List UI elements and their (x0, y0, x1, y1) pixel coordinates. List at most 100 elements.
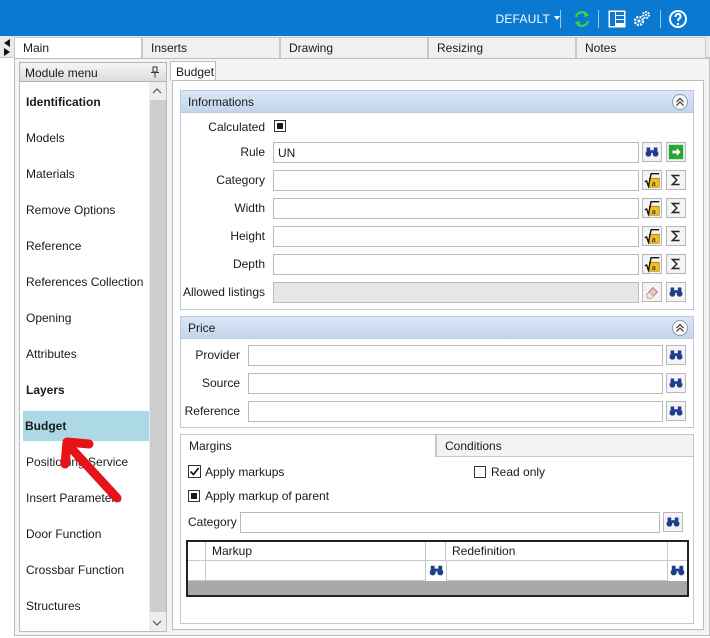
binoculars-icon[interactable] (427, 561, 446, 580)
scrollbar-thumb[interactable] (150, 100, 166, 612)
binoculars-icon[interactable] (642, 142, 662, 162)
module-item[interactable]: References Collection (24, 267, 148, 297)
price-header: Price (181, 317, 693, 339)
tab-margins[interactable]: Margins (180, 434, 436, 457)
category-field[interactable] (273, 170, 639, 191)
formula-icon[interactable]: a (642, 254, 662, 274)
chevron-down-icon[interactable] (152, 619, 162, 627)
apply-markups-checkbox[interactable] (188, 465, 201, 478)
module-item[interactable]: Attributes (24, 339, 148, 369)
module-item[interactable]: Crossbar Function (24, 555, 148, 585)
read-only-checkbox[interactable] (474, 466, 486, 478)
tab-main[interactable]: Main (14, 37, 142, 59)
tab-budget[interactable]: Budget (170, 61, 216, 81)
module-item[interactable]: Structures (24, 591, 148, 621)
module-item[interactable]: Reference (24, 231, 148, 261)
source-label: Source (201, 376, 240, 390)
provider-field[interactable] (248, 345, 663, 366)
module-item[interactable]: Identification (24, 87, 148, 117)
grid-column-spacer (668, 542, 687, 561)
rule-label: Rule (240, 145, 265, 159)
height-field[interactable] (273, 226, 639, 247)
grid-empty-area (188, 581, 687, 595)
formula-icon[interactable]: a (642, 226, 662, 246)
provider-label: Provider (195, 348, 240, 362)
sum-icon[interactable] (666, 254, 686, 274)
informations-header: Informations (181, 91, 693, 113)
margins-category-field[interactable] (240, 512, 660, 533)
module-item[interactable]: Remove Options (24, 195, 148, 225)
binoculars-icon[interactable] (663, 512, 683, 532)
binoculars-icon[interactable] (666, 401, 686, 421)
help-icon[interactable] (668, 9, 688, 29)
width-field[interactable] (273, 198, 639, 219)
refresh-icon[interactable] (572, 9, 592, 29)
grid-column-spacer (426, 542, 446, 561)
svg-text:a: a (652, 263, 656, 272)
category-label: Category (216, 173, 265, 187)
module-item[interactable]: Materials (24, 159, 148, 189)
calculated-label: Calculated (208, 120, 265, 134)
tab-scroll-arrows-icon[interactable] (2, 37, 12, 57)
toolbar-separator (660, 10, 661, 28)
source-field[interactable] (248, 373, 663, 394)
collapse-up-icon[interactable] (672, 320, 688, 336)
binoculars-icon[interactable] (666, 345, 686, 365)
apply-markup-parent-checkbox[interactable] (188, 490, 200, 502)
tab-drawing[interactable]: Drawing (280, 37, 428, 58)
width-label: Width (234, 201, 265, 215)
module-menu-list: Identification Models Materials Remove O… (19, 82, 149, 632)
grid-row-header (188, 561, 206, 581)
svg-text:a: a (652, 179, 656, 188)
sum-icon[interactable] (666, 198, 686, 218)
tab-resizing[interactable]: Resizing (428, 37, 576, 58)
grid-cell-redefinition[interactable] (446, 561, 668, 581)
grid-cell-markup[interactable] (206, 561, 426, 581)
formula-icon[interactable]: a (642, 170, 662, 190)
margins-category-label: Category (188, 515, 237, 529)
svg-text:a: a (652, 235, 656, 244)
tab-notes[interactable]: Notes (576, 37, 706, 58)
grid-column-markup[interactable]: Markup (206, 542, 426, 561)
allowed-listings-field (273, 282, 639, 303)
grid-column-redefinition[interactable]: Redefinition (446, 542, 668, 561)
collapse-up-icon[interactable] (672, 94, 688, 110)
calculated-checkbox[interactable] (274, 120, 286, 132)
tab-conditions[interactable]: Conditions (436, 434, 694, 456)
grid-row-header (188, 542, 206, 561)
chevron-up-icon[interactable] (152, 87, 162, 95)
module-menu-header: Module menu (19, 62, 167, 82)
annotation-arrow-icon (60, 437, 122, 503)
eraser-icon[interactable] (642, 282, 662, 302)
toolbar-separator (598, 10, 599, 28)
apply-markups-label: Apply markups (205, 465, 285, 479)
rule-field[interactable]: UN (273, 142, 639, 163)
depth-field[interactable] (273, 254, 639, 275)
formula-icon[interactable]: a (642, 198, 662, 218)
sum-icon[interactable] (666, 226, 686, 246)
tab-inserts[interactable]: Inserts (142, 37, 280, 58)
apply-markup-parent-label: Apply markup of parent (205, 489, 330, 503)
toolbar-separator (560, 10, 561, 28)
reference-label: Reference (184, 404, 240, 418)
binoculars-icon[interactable] (666, 282, 686, 302)
module-item[interactable]: Door Function (24, 519, 148, 549)
module-item[interactable]: Opening (24, 303, 148, 333)
binoculars-icon[interactable] (668, 561, 687, 580)
module-item[interactable]: Models (24, 123, 148, 153)
settings-icon[interactable] (632, 9, 652, 29)
go-arrow-icon[interactable] (666, 142, 686, 162)
pin-icon[interactable] (150, 66, 160, 78)
depth-label: Depth (232, 257, 265, 271)
top-toolbar (0, 0, 710, 36)
read-only-label: Read only (491, 465, 546, 479)
reference-field[interactable] (248, 401, 663, 422)
allowed-listings-label: Allowed listings (182, 285, 265, 299)
profile-dropdown[interactable]: DEFAULT (495, 12, 550, 26)
height-label: Height (230, 229, 265, 243)
layout-icon[interactable] (607, 9, 627, 29)
binoculars-icon[interactable] (666, 373, 686, 393)
svg-text:a: a (652, 207, 656, 216)
module-item[interactable]: Layers (24, 375, 148, 405)
sum-icon[interactable] (666, 170, 686, 190)
